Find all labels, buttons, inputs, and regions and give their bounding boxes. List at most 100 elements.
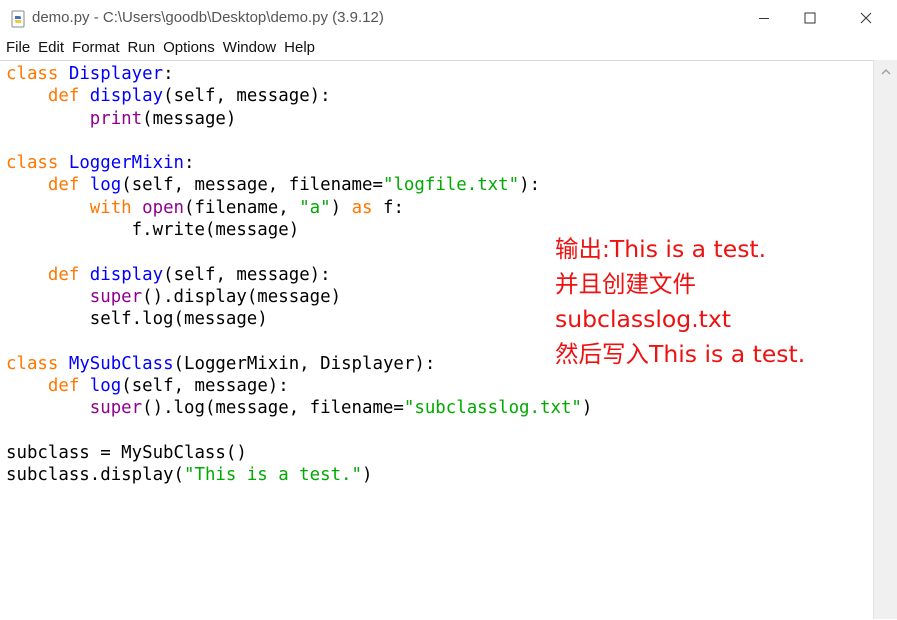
string-token: "logfile.txt" bbox=[382, 175, 520, 196]
keyword-token: def bbox=[47, 86, 80, 107]
definition-token: display bbox=[89, 86, 164, 107]
code-token: ) bbox=[362, 465, 373, 486]
menu-file[interactable]: File bbox=[0, 36, 32, 60]
keyword-token: class bbox=[6, 353, 59, 374]
code-token: : bbox=[163, 64, 174, 84]
minimize-button[interactable] bbox=[741, 0, 787, 36]
idle-editor-window: demo.py - C:\Users\goodb\Desktop\demo.py… bbox=[0, 0, 897, 620]
keyword-token: def bbox=[47, 376, 80, 397]
code-line[interactable]: def display(self, message): bbox=[6, 85, 592, 107]
code-token: ): bbox=[519, 175, 541, 196]
code-line[interactable] bbox=[6, 331, 592, 353]
annotation-line: subclasslog.txt bbox=[555, 305, 732, 333]
code-token: (message) bbox=[142, 108, 237, 129]
definition-token: MySubClass bbox=[68, 353, 174, 374]
keyword-token: class bbox=[6, 64, 59, 84]
scroll-up-icon[interactable] bbox=[881, 68, 891, 76]
keyword-token: with bbox=[89, 197, 132, 218]
menu-bar: File Edit Format Run Options Window Help bbox=[0, 36, 897, 60]
code-line[interactable] bbox=[6, 420, 592, 442]
code-token: subclass.display( bbox=[6, 465, 184, 486]
string-token: "a" bbox=[299, 197, 331, 218]
code-line[interactable]: super().display(message) bbox=[6, 286, 592, 308]
code-token: ) bbox=[581, 398, 593, 419]
builtin-token: open bbox=[142, 197, 185, 218]
definition-token: log bbox=[89, 175, 122, 196]
code-line[interactable]: class LoggerMixin: bbox=[6, 152, 592, 174]
menu-help[interactable]: Help bbox=[278, 36, 317, 60]
menu-format[interactable]: Format bbox=[66, 36, 122, 60]
code-token: self.log(message) bbox=[6, 309, 268, 330]
code-line[interactable] bbox=[6, 241, 592, 263]
close-button[interactable] bbox=[843, 0, 889, 36]
keyword-token: as bbox=[351, 197, 373, 218]
code-line[interactable]: def log(self, message): bbox=[6, 375, 592, 397]
keyword-token: def bbox=[47, 264, 80, 285]
code-line[interactable] bbox=[6, 130, 592, 152]
string-token: "subclasslog.txt" bbox=[403, 398, 582, 419]
definition-token: LoggerMixin bbox=[68, 153, 185, 174]
code-token: : bbox=[184, 153, 195, 174]
code-token: ().display(message) bbox=[142, 286, 342, 307]
code-token: ().log(message, filename= bbox=[142, 398, 404, 419]
code-line[interactable]: def display(self, message): bbox=[6, 264, 592, 286]
code-token: f: bbox=[372, 197, 404, 218]
annotation-line: 输出:This is a test. bbox=[555, 235, 767, 263]
close-icon bbox=[860, 12, 872, 24]
code-token: (self, message): bbox=[163, 264, 331, 285]
menu-options[interactable]: Options bbox=[157, 36, 217, 60]
code-line[interactable]: with open(filename, "a") as f: bbox=[6, 197, 592, 219]
code-line[interactable]: def log(self, message, filename="logfile… bbox=[6, 174, 592, 196]
annotation-line: 并且创建文件 bbox=[555, 270, 696, 298]
builtin-token: super bbox=[89, 398, 143, 419]
builtin-token: print bbox=[89, 108, 143, 129]
builtin-token: super bbox=[89, 286, 143, 307]
maximize-icon bbox=[804, 12, 816, 24]
definition-token: Displayer bbox=[68, 64, 164, 84]
menu-run[interactable]: Run bbox=[122, 36, 158, 60]
code-line[interactable]: subclass.display("This is a test.") bbox=[6, 464, 592, 486]
code-token: (filename, bbox=[184, 197, 300, 218]
code-token: subclass = MySubClass() bbox=[6, 443, 247, 464]
code-token: (self, message): bbox=[163, 86, 331, 107]
annotation-note: 输出:This is a test. 并且创建文件 subclasslog.tx… bbox=[555, 232, 805, 372]
maximize-button[interactable] bbox=[787, 0, 833, 36]
keyword-token: def bbox=[47, 175, 80, 196]
code-line[interactable]: f.write(message) bbox=[6, 219, 592, 241]
code-token: ) bbox=[330, 197, 352, 218]
code-line[interactable]: self.log(message) bbox=[6, 308, 592, 330]
code-token: (self, message, filename= bbox=[121, 175, 383, 196]
code-line[interactable]: super().log(message, filename="subclassl… bbox=[6, 397, 593, 419]
minimize-icon bbox=[759, 18, 769, 19]
code-line[interactable]: subclass = MySubClass() bbox=[6, 442, 592, 464]
definition-token: log bbox=[89, 376, 122, 397]
code-token: f.write(message) bbox=[6, 220, 300, 241]
code-line[interactable]: class MySubClass(LoggerMixin, Displayer)… bbox=[6, 353, 592, 375]
code-text[interactable]: class Displayer: def display(self, messa… bbox=[6, 63, 592, 487]
annotation-line: 然后写入This is a test. bbox=[555, 340, 806, 368]
vertical-scrollbar[interactable] bbox=[873, 60, 897, 619]
code-token: (LoggerMixin, Displayer): bbox=[173, 353, 436, 374]
menu-edit[interactable]: Edit bbox=[32, 36, 66, 60]
menu-window[interactable]: Window bbox=[217, 36, 278, 60]
title-bar[interactable]: demo.py - C:\Users\goodb\Desktop\demo.py… bbox=[0, 0, 897, 36]
code-line[interactable]: print(message) bbox=[6, 108, 592, 130]
string-token: "This is a test." bbox=[184, 465, 362, 486]
code-token: (self, message): bbox=[121, 376, 289, 397]
code-line[interactable]: class Displayer: bbox=[6, 63, 592, 85]
